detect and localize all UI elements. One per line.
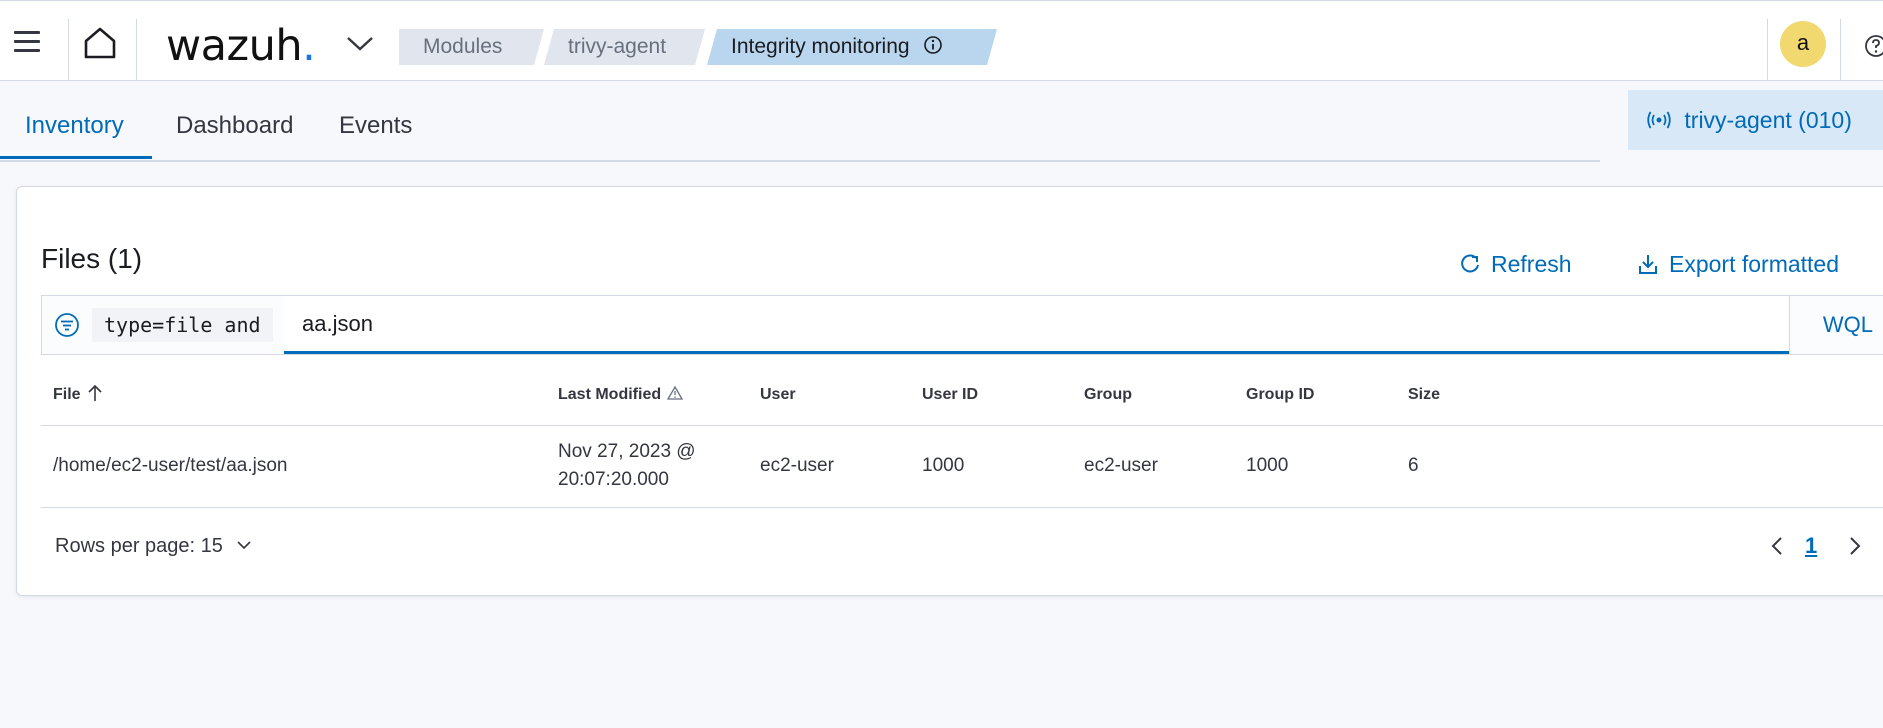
- cell-file: /home/ec2-user/test/aa.json: [41, 425, 546, 508]
- column-header-last-modified[interactable]: Last Modified: [546, 365, 748, 426]
- header-divider: [1767, 19, 1768, 81]
- info-icon[interactable]: [923, 35, 943, 55]
- tab-events[interactable]: Events: [339, 112, 412, 140]
- help-icon[interactable]: [1864, 34, 1883, 58]
- breadcrumb-modules[interactable]: Modules: [399, 29, 544, 65]
- refresh-icon: [1461, 254, 1479, 273]
- warning-icon: [666, 385, 684, 400]
- menu-hamburger-icon[interactable]: [14, 31, 42, 57]
- breadcrumb-integrity-monitoring: Integrity monitoring: [707, 29, 997, 65]
- tab-dashboard[interactable]: Dashboard: [176, 112, 293, 140]
- rows-per-page-selector[interactable]: Rows per page: 15: [55, 535, 252, 558]
- selected-agent-button[interactable]: trivy-agent (010): [1628, 90, 1883, 150]
- next-page-icon[interactable]: [1847, 535, 1863, 557]
- header-divider: [136, 19, 137, 81]
- user-avatar[interactable]: a: [1780, 21, 1826, 67]
- export-formatted-button[interactable]: Export formatted: [1637, 251, 1839, 278]
- home-icon[interactable]: [82, 25, 118, 61]
- cell-group: ec2-user: [1072, 425, 1234, 508]
- column-header-group-id[interactable]: Group ID: [1234, 365, 1396, 426]
- page-number-button[interactable]: 1: [1805, 533, 1817, 559]
- files-table: File Last Modified User User ID Group Gr…: [41, 365, 1883, 508]
- header-divider: [68, 19, 69, 81]
- panel-title: Files (1): [41, 243, 143, 274]
- filter-icon[interactable]: [54, 312, 80, 338]
- chevron-down-icon[interactable]: [345, 31, 375, 55]
- search-bar: type=file and WQL: [41, 295, 1883, 355]
- refresh-button[interactable]: Refresh: [1459, 251, 1572, 278]
- breadcrumb-agent[interactable]: trivy-agent: [544, 29, 705, 65]
- cell-user-id: 1000: [910, 425, 1072, 508]
- previous-page-icon[interactable]: [1769, 535, 1785, 557]
- top-header: wazuh. Modules trivy-agent Integrity mon…: [0, 0, 1883, 81]
- wql-button[interactable]: WQL: [1823, 312, 1873, 338]
- wql-divider: [1789, 296, 1790, 354]
- header-divider: [1840, 19, 1841, 81]
- search-input[interactable]: [284, 296, 1789, 354]
- download-icon: [1639, 254, 1657, 274]
- table-header-row: File Last Modified User User ID Group Gr…: [41, 365, 1883, 426]
- sort-ascending-icon: [87, 384, 102, 402]
- tab-inventory[interactable]: Inventory: [25, 112, 124, 140]
- cell-size: 6: [1396, 425, 1883, 508]
- column-header-file[interactable]: File: [41, 365, 546, 426]
- files-panel: Files (1) Refresh Export formatted type=…: [16, 186, 1883, 596]
- column-header-user-id[interactable]: User ID: [910, 365, 1072, 426]
- cell-group-id: 1000: [1234, 425, 1396, 508]
- column-header-user[interactable]: User: [748, 365, 910, 426]
- cell-user: ec2-user: [748, 425, 910, 508]
- table-row[interactable]: /home/ec2-user/test/aa.json Nov 27, 2023…: [41, 425, 1883, 508]
- active-tab-indicator: [0, 156, 152, 159]
- column-header-group[interactable]: Group: [1072, 365, 1234, 426]
- implicit-query-chip: type=file and: [92, 308, 273, 342]
- broadcast-icon: [1647, 111, 1671, 129]
- module-tabs: Inventory Dashboard Events: [0, 82, 1600, 162]
- chevron-down-icon: [237, 541, 252, 550]
- column-header-size[interactable]: Size: [1396, 365, 1883, 426]
- wazuh-logo[interactable]: wazuh.: [166, 21, 316, 71]
- cell-last-modified: Nov 27, 2023 @20:07:20.000: [546, 425, 748, 508]
